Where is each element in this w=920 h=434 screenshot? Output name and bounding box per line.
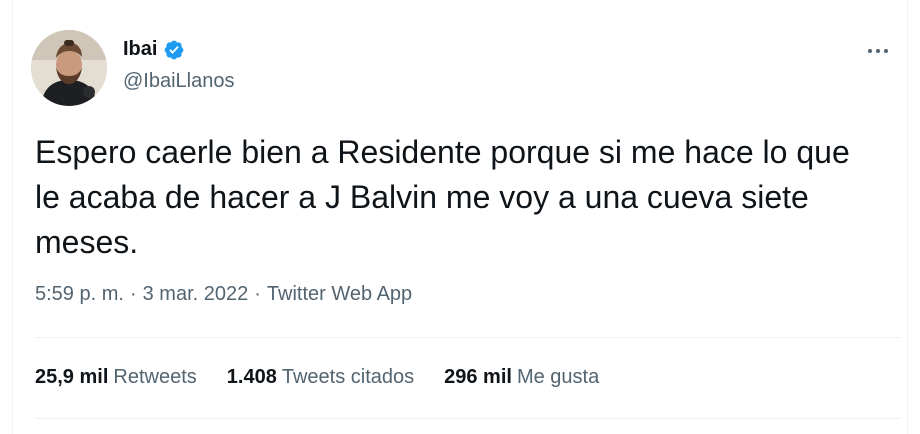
- divider: [35, 337, 901, 338]
- stat-label: Tweets citados: [281, 366, 415, 388]
- more-options-icon[interactable]: [863, 36, 893, 66]
- tweet-date[interactable]: 3 mar. 2022: [143, 283, 249, 306]
- author-name[interactable]: Ibai: [123, 38, 157, 61]
- tweet-time[interactable]: 5:59 p. m.: [35, 283, 124, 306]
- tweet-meta: 5:59 p. m. · 3 mar. 2022 · Twitter Web A…: [35, 283, 412, 306]
- quote-tweets-stat[interactable]: 1.408 Tweets citados: [227, 366, 414, 389]
- verified-badge-icon: [163, 39, 185, 61]
- author-handle[interactable]: @IbaiLlanos: [123, 70, 234, 93]
- retweets-stat[interactable]: 25,9 mil Retweets: [35, 366, 197, 389]
- likes-stat[interactable]: 296 mil Me gusta: [444, 366, 599, 389]
- tweet-text: Espero caerle bien a Residente porque si…: [35, 134, 850, 260]
- divider: [35, 418, 901, 419]
- tweet-stats: 25,9 mil Retweets 1.408 Tweets citados 2…: [35, 366, 599, 389]
- stat-value: 1.408: [226, 366, 277, 388]
- meta-separator: ·: [129, 283, 137, 305]
- author-avatar[interactable]: [31, 30, 107, 106]
- tweet-source[interactable]: Twitter Web App: [267, 283, 412, 306]
- author-name-row[interactable]: Ibai: [123, 38, 185, 61]
- stat-label: Retweets: [113, 366, 197, 388]
- stat-label: Me gusta: [516, 366, 600, 388]
- stat-value: 25,9 mil: [35, 366, 109, 388]
- meta-separator: ·: [254, 283, 261, 305]
- stat-value: 296 mil: [444, 366, 512, 388]
- tweet-card: Ibai @IbaiLlanos Espero caerle bien a Re…: [12, 0, 908, 434]
- avatar-image: [31, 30, 107, 106]
